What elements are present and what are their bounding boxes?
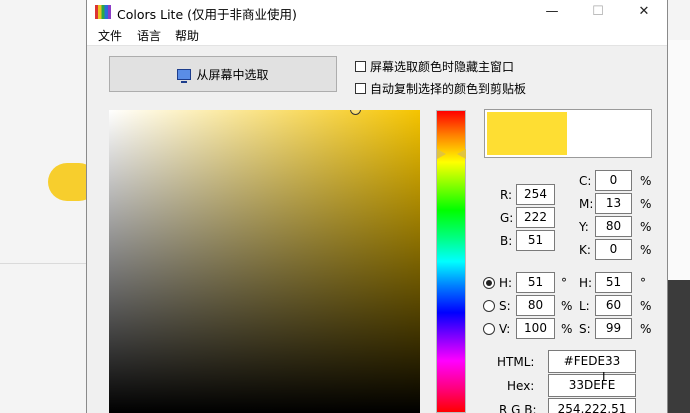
k-field[interactable]: 0 [595,239,632,260]
hex-label: Hex: [507,379,535,393]
title-bar[interactable]: Colors Lite (仅用于非商业使用) — ☐ ✕ [87,0,667,24]
hsv-h-field[interactable]: 51 [516,272,555,293]
color-picker-cursor[interactable] [350,110,361,115]
hsv-v-radio[interactable] [483,323,495,335]
hsl-s-label: S: [579,322,591,336]
hex-field[interactable]: 33DEFE [548,374,636,397]
m-field[interactable]: 13 [595,193,632,214]
k-label: K: [579,243,591,257]
y-unit: % [640,220,652,234]
html-field[interactable]: #FEDE33 [548,350,636,373]
background-right-panel [668,40,690,280]
hsv-s-unit: % [561,299,573,313]
hsv-v-unit: % [561,322,573,336]
hsl-l-field[interactable]: 60 [595,295,632,316]
hsv-s-radio[interactable] [483,300,495,312]
text-cursor-icon: I [602,370,606,384]
hsv-v-label: V: [499,322,511,336]
window-title: Colors Lite (仅用于非商业使用) [117,7,297,22]
menu-language[interactable]: 语言 [137,27,161,44]
hide-window-label: 屏幕选取颜色时隐藏主窗口 [370,60,515,74]
close-button[interactable]: ✕ [621,0,667,24]
hsl-h-unit: ° [640,276,646,290]
maximize-button[interactable]: ☐ [575,0,621,24]
pick-from-screen-button[interactable]: 从屏幕中选取 [109,56,337,92]
rgb-format-field[interactable]: 254,222,51 [548,398,636,413]
app-color-bars-icon [95,5,111,19]
monitor-icon [177,68,192,83]
hsl-h-field[interactable]: 51 [595,272,632,293]
hsv-v-field[interactable]: 100 [516,318,555,339]
k-unit: % [640,243,652,257]
auto-copy-label: 自动复制选择的颜色到剪贴板 [370,82,527,96]
hsl-l-label: L: [579,299,590,313]
m-label: M: [579,197,594,211]
hide-window-option[interactable]: 屏幕选取颜色时隐藏主窗口 [355,58,514,75]
hsl-s-unit: % [640,322,652,336]
r-field[interactable]: 254 [516,184,555,205]
hsv-h-radio[interactable] [483,277,495,289]
hsl-h-label: H: [579,276,593,290]
html-label: HTML: [497,355,535,369]
g-field[interactable]: 222 [516,207,555,228]
background-divider [0,263,86,264]
menu-bar: 文件 语言 帮助 [87,24,667,46]
hsv-h-label: H: [499,276,513,290]
y-label: Y: [579,220,589,234]
hide-window-checkbox[interactable] [355,61,366,72]
c-unit: % [640,174,652,188]
menu-help[interactable]: 帮助 [175,27,199,44]
m-unit: % [640,197,652,211]
menu-file[interactable]: 文件 [98,27,122,44]
background-dark-panel [668,280,690,413]
saturation-value-picker[interactable] [109,110,420,413]
hue-marker-right-icon[interactable] [457,149,466,159]
r-label: R: [500,188,513,202]
hsv-h-unit: ° [561,276,567,290]
colors-lite-window: Colors Lite (仅用于非商业使用) — ☐ ✕ 文件 语言 帮助 从屏… [86,0,668,413]
c-label: C: [579,174,592,188]
hsv-s-field[interactable]: 80 [516,295,555,316]
pick-from-screen-label: 从屏幕中选取 [196,67,269,82]
b-label: B: [500,234,513,248]
hsl-l-unit: % [640,299,652,313]
hsl-s-field[interactable]: 99 [595,318,632,339]
current-color-swatch [487,112,567,155]
auto-copy-option[interactable]: 自动复制选择的颜色到剪贴板 [355,80,526,97]
g-label: G: [500,211,514,225]
hue-marker-left-icon[interactable] [437,149,446,159]
color-preview [484,109,652,158]
c-field[interactable]: 0 [595,170,632,191]
auto-copy-checkbox[interactable] [355,83,366,94]
rgb-format-label: R G B: [499,403,537,413]
hsv-s-label: S: [499,299,511,313]
b-field[interactable]: 51 [516,230,555,251]
minimize-button[interactable]: — [529,0,575,24]
y-field[interactable]: 80 [595,216,632,237]
